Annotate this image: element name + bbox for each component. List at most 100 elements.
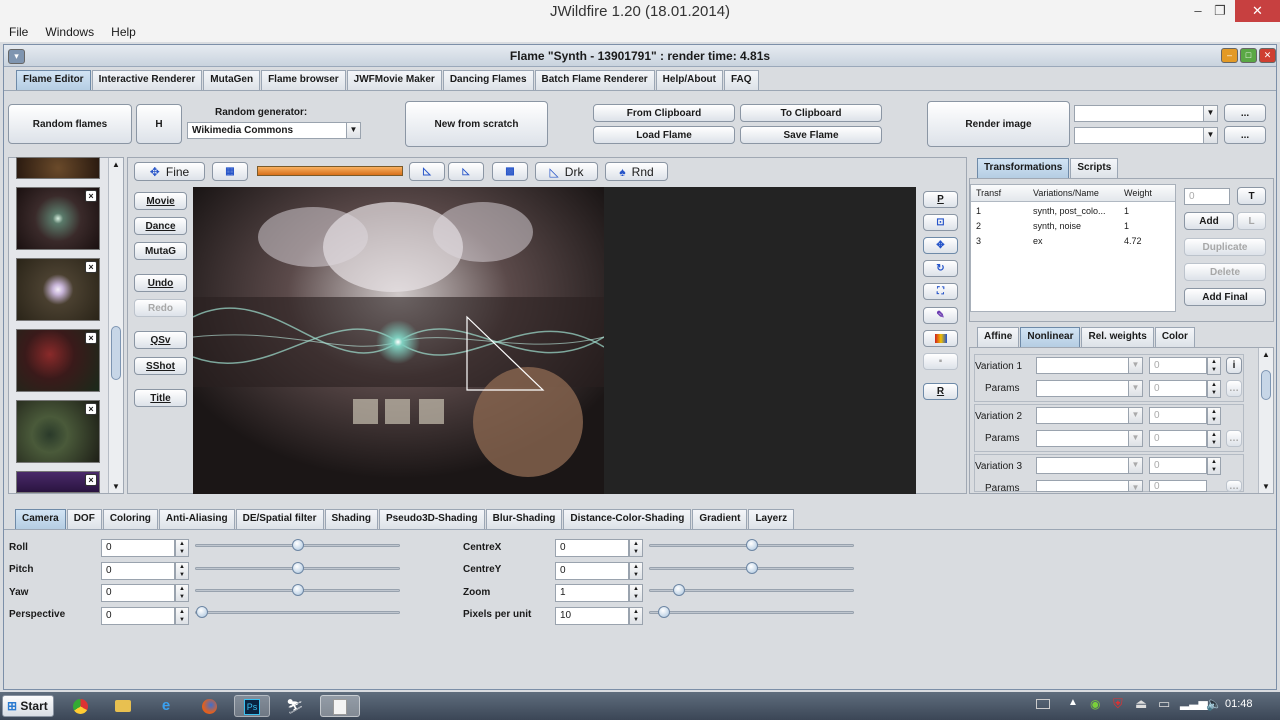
table-row[interactable]: 3 ex 4.72 [971,235,1175,249]
p-button[interactable]: P [923,191,958,208]
tab-nonlinear[interactable]: Nonlinear [1020,327,1081,347]
folder-icon[interactable] [105,695,141,717]
frame-minimize-button[interactable]: – [1221,48,1238,63]
yaw-slider[interactable] [195,584,400,596]
tab-dancing-flames[interactable]: Dancing Flames [442,70,534,90]
slider-knob[interactable] [291,562,304,574]
params-select[interactable]: ▼ [1036,480,1143,492]
tab-gradient[interactable]: Gradient [692,509,748,529]
scrollbar-thumb[interactable] [1261,370,1271,400]
menu-windows[interactable]: Windows [36,24,99,39]
pixels-per-unit-slider[interactable] [649,606,854,618]
flame-thumbnail[interactable]: × [16,400,100,463]
menu-help[interactable]: Help [102,24,141,39]
render-quality-select[interactable]: ▼ [1074,127,1218,144]
triangle-large-button[interactable]: ◺ [409,162,445,181]
zoom-slider[interactable] [649,584,854,596]
tab-pseudo3d-shading[interactable]: Pseudo3D-Shading [378,509,485,529]
r-button[interactable]: R [923,383,958,400]
variation-value[interactable]: 0 [1149,357,1207,374]
zoom-fit-button[interactable]: ⊡ [923,214,958,231]
slider-knob[interactable] [745,562,758,574]
tab-flame-browser[interactable]: Flame browser [261,70,346,90]
pattern-button[interactable]: ▩ [492,162,528,181]
tab-interactive-renderer[interactable]: Interactive Renderer [91,70,203,90]
table-row[interactable]: 1 synth, post_colo... 1 [971,205,1175,219]
pixels-per-unit-spinner[interactable]: ▲ ▼ [629,607,643,625]
rnd-button[interactable]: ♠ Rnd [605,162,668,181]
perspective-input[interactable]: 0 [101,607,175,625]
tab-distance-color-shading[interactable]: Distance-Color-Shading [563,509,692,529]
scale-tool-button[interactable]: ⛶ [923,283,958,300]
close-icon[interactable]: × [85,190,97,202]
slider-knob[interactable] [657,606,670,618]
tab-layerz[interactable]: Layerz [748,509,795,529]
shield-icon[interactable]: ⛨ [1113,696,1123,712]
title-button[interactable]: Title [134,389,187,407]
params-more-button[interactable]: … [1226,380,1242,397]
flame-thumbnail[interactable]: × [16,258,100,321]
tab-help-about[interactable]: Help/About [655,70,723,90]
params-select[interactable]: ▼ [1036,380,1143,397]
tab-jwfmovie-maker[interactable]: JWFMovie Maker [346,70,442,90]
variation-select[interactable]: ▼ [1036,407,1143,424]
h-button[interactable]: H [136,104,182,144]
scroll-down-icon[interactable]: ▼ [112,482,120,491]
from-clipboard-button[interactable]: From Clipboard [593,104,735,122]
roll-slider[interactable] [195,539,400,551]
tab-rel-weights[interactable]: Rel. weights [1081,327,1154,347]
slider-knob[interactable] [291,539,304,551]
new-from-scratch-button[interactable]: New from scratch [405,101,548,147]
variation-spinner[interactable]: ▲ ▼ [1207,457,1221,475]
tab-affine[interactable]: Affine [977,327,1020,347]
transform-spinner[interactable]: 0 [1184,188,1230,205]
dance-button[interactable]: Dance [134,217,187,235]
params-spinner[interactable]: ▲ ▼ [1207,380,1221,398]
zoom-spinner[interactable]: ▲ ▼ [629,584,643,602]
move-tool-button[interactable]: ✥ [923,237,958,254]
drk-button[interactable]: ◺ Drk [535,162,598,181]
params-select[interactable]: ▼ [1036,430,1143,447]
params-value[interactable]: 0 [1149,430,1207,447]
zoom-input[interactable]: 1 [555,584,629,602]
roll-input[interactable]: 0 [101,539,175,557]
monitor-icon[interactable]: ▭ [1158,696,1170,712]
photoshop-icon[interactable]: Ps [234,695,270,717]
clock[interactable]: 01:48 [1225,698,1253,710]
fine-button[interactable]: ✥ Fine [134,162,205,181]
pitch-input[interactable]: 0 [101,562,175,580]
close-icon[interactable]: × [85,261,97,273]
random-generator-select[interactable]: Wikimedia Commons ▼ [187,122,361,139]
menu-file[interactable]: File [0,24,33,39]
perspective-spinner[interactable]: ▲ ▼ [175,607,189,625]
table-row[interactable]: 2 synth, noise 1 [971,220,1175,234]
movie-button[interactable]: Movie [134,192,187,210]
variation-value[interactable]: 0 [1149,457,1207,474]
frame-close-button[interactable]: ✕ [1259,48,1276,63]
slider-knob[interactable] [291,584,304,596]
add-final-button[interactable]: Add Final [1184,288,1266,306]
maximize-button[interactable]: ❐ [1205,0,1235,22]
scroll-down-icon[interactable]: ▼ [1262,482,1270,491]
render-size-select[interactable]: ▼ [1074,105,1218,122]
scroll-up-icon[interactable]: ▲ [1262,350,1270,359]
mutag-button[interactable]: MutaG [134,242,187,260]
start-button[interactable]: ⊞ Start [2,695,54,717]
chevron-up-icon[interactable]: ▲ [1068,697,1078,708]
centrey-slider[interactable] [649,562,854,574]
sshot-button[interactable]: SShot [134,357,187,375]
pitch-slider[interactable] [195,562,400,574]
duplicate-button[interactable]: Duplicate [1184,238,1266,256]
params-more-button[interactable]: … [1226,430,1242,447]
variation-select[interactable]: ▼ [1036,457,1143,474]
gradient-tool-button[interactable] [923,330,958,347]
scroll-up-icon[interactable]: ▲ [112,160,120,169]
centrey-input[interactable]: 0 [555,562,629,580]
centrex-spinner[interactable]: ▲ ▼ [629,539,643,557]
save-flame-button[interactable]: Save Flame [740,126,882,144]
variation-select[interactable]: ▼ [1036,357,1143,374]
thumbnail-scrollbar[interactable]: ▲ ▼ [108,158,123,493]
centrey-spinner[interactable]: ▲ ▼ [629,562,643,580]
params-more-button[interactable]: … [1226,480,1242,492]
variation-spinner[interactable]: ▲ ▼ [1207,357,1221,375]
